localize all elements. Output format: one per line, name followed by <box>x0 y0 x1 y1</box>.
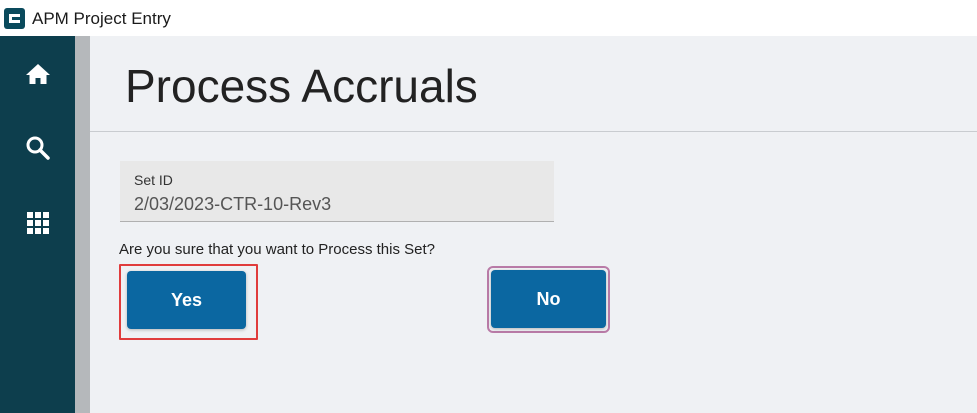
yes-button[interactable]: Yes <box>127 271 246 329</box>
set-id-label: Set ID <box>134 172 173 188</box>
sidebar <box>0 36 75 413</box>
main-content: Process Accruals Set ID 2/03/2023-CTR-10… <box>90 36 977 413</box>
title-divider <box>90 131 977 132</box>
app-logo-icon <box>4 8 25 29</box>
confirmation-prompt: Are you sure that you want to Process th… <box>119 241 435 258</box>
set-id-field[interactable]: Set ID 2/03/2023-CTR-10-Rev3 <box>120 161 554 222</box>
search-icon[interactable] <box>24 134 52 162</box>
apps-grid-icon[interactable] <box>24 209 52 237</box>
home-icon[interactable] <box>24 60 52 88</box>
page-title: Process Accruals <box>125 60 478 112</box>
sidebar-divider <box>75 36 90 413</box>
window-titlebar: APM Project Entry <box>0 0 977 36</box>
window-title: APM Project Entry <box>32 9 171 28</box>
no-button[interactable]: No <box>491 270 606 328</box>
set-id-value: 2/03/2023-CTR-10-Rev3 <box>134 194 332 214</box>
